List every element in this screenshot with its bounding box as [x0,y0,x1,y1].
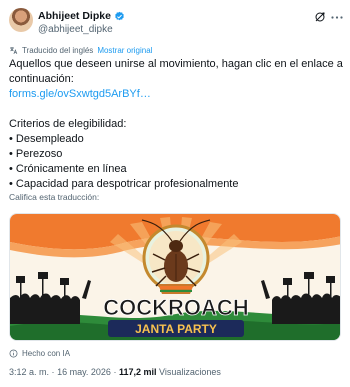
tweet-image[interactable]: COCKROACH JANTA PARTY [9,213,341,341]
tweet-text: Aquellos que deseen unirse al movimiento… [9,57,343,192]
grok-icon[interactable] [314,11,326,23]
author-handle[interactable]: @abhijeet_dipke [38,24,113,35]
rate-translation-label[interactable]: Califica esta traducción: [9,192,99,202]
criteria-title: Criterios de elegibilidad: [9,118,127,130]
tweet-text-line: continuación: [9,73,74,85]
tweet-header: Abhijeet Dipke @abhijeet_dipke [9,8,343,42]
criteria-item: • Capacidad para despotricar profesional… [9,178,239,190]
banner-subtitle: JANTA PARTY [135,322,217,336]
more-options-icon[interactable] [331,16,343,19]
separator: · [113,367,117,377]
author-name-row: Abhijeet Dipke [38,9,125,23]
ai-generated-label[interactable]: Hecho con IA [9,347,70,359]
criteria-item: • Desempleado [9,133,84,145]
translation-notice: Traducido del inglés Mostrar original [9,44,152,56]
info-icon [9,349,18,357]
tweet-date[interactable]: 16 may. 2026 [57,367,111,377]
tweet-metadata: 3:12 a. m. · 16 may. 2026 · 117,2 mil Vi… [9,367,221,377]
ai-label-text: Hecho con IA [22,348,71,358]
tweet-time[interactable]: 3:12 a. m. [9,367,49,377]
views-count: 117,2 mil [118,367,157,377]
show-original-link[interactable]: Mostrar original [97,46,152,55]
form-link[interactable]: forms.gle/ovSxwtgd5ArBYf… [9,87,341,102]
views-label: Visualizaciones [159,367,221,377]
criteria-item: • Crónicamente en línea [9,163,127,175]
cockroach-party-banner: COCKROACH JANTA PARTY [10,214,340,340]
separator: · [51,367,55,377]
author-name[interactable]: Abhijeet Dipke [38,10,111,22]
verified-badge-icon [115,11,124,20]
tweet-text-line: Aquellos que deseen unirse al movimiento… [9,58,343,70]
translated-from-label: Traducido del inglés [22,45,94,55]
avatar[interactable] [9,8,33,32]
criteria-item: • Perezoso [9,148,63,160]
tweet[interactable]: Abhijeet Dipke @abhijeet_dipke Traducido… [0,0,350,387]
translate-icon [10,46,18,54]
banner-title: COCKROACH [103,295,248,320]
